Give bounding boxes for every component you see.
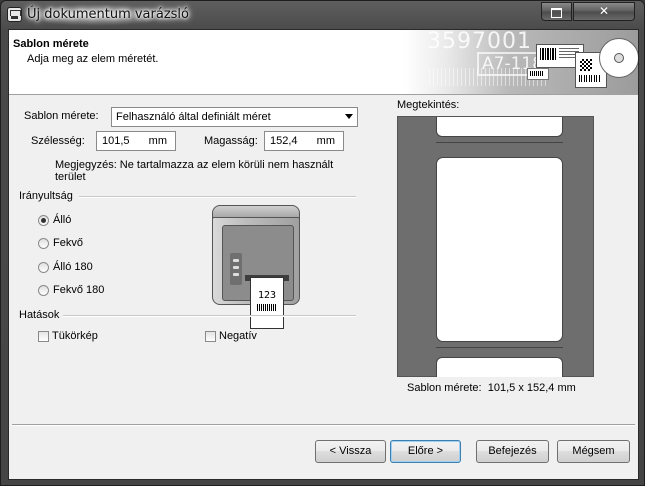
printer-illustration: 123 (212, 205, 300, 329)
close-icon: ✕ (598, 4, 610, 18)
preview-liner-edge (436, 142, 563, 143)
radio-portrait-180[interactable] (38, 262, 49, 273)
width-unit: mm (148, 135, 167, 147)
disc-icon (599, 38, 638, 78)
height-unit: mm (316, 135, 335, 147)
page-title: Sablon mérete (13, 38, 89, 50)
orientation-divider (79, 196, 356, 198)
mirror-checkbox[interactable] (38, 331, 49, 342)
wizard-window: Új dokumentum varázsló ✕ 3597001 A7-118 … (0, 0, 645, 486)
orientation-group-label: Irányultság (19, 190, 73, 202)
radio-portrait-180-label[interactable]: Álló 180 (53, 261, 93, 273)
radio-landscape-180[interactable] (38, 285, 49, 296)
wizard-client: 3597001 A7-118 Sablon mérete Adja meg az… (8, 29, 639, 480)
template-size-select[interactable]: Felhasználó által definiált méret (111, 107, 358, 127)
page-subtitle: Adja meg az elem méretét. (27, 53, 159, 65)
printer-label-icon: 123 (250, 277, 284, 329)
preview-panel (397, 116, 594, 377)
height-input[interactable]: 152,4 mm (264, 131, 344, 151)
width-label: Szélesség: (31, 135, 85, 147)
title-bar[interactable]: Új dokumentum varázsló ✕ (1, 1, 644, 29)
width-value: 101,5 (102, 135, 130, 147)
next-button[interactable]: Előre > (390, 440, 461, 463)
template-size-label: Sablon mérete: (24, 110, 99, 122)
artwork-number: 3597001 (427, 30, 532, 54)
cancel-button[interactable]: Mégsem (557, 440, 630, 463)
dropdown-arrow-icon (345, 114, 353, 119)
app-icon[interactable] (7, 7, 22, 22)
small-label-icon (527, 68, 549, 80)
effects-group-label: Hatások (19, 309, 60, 321)
window-title: Új dokumentum varázsló (27, 7, 189, 22)
radio-portrait-label[interactable]: Álló (53, 214, 71, 226)
size-note: Megjegyzés: Ne tartalmazza az elem körül… (55, 159, 334, 183)
mirror-label[interactable]: Tükörkép (52, 330, 98, 342)
wizard-header: 3597001 A7-118 Sablon mérete Adja meg az… (9, 30, 638, 95)
effects-divider (63, 315, 356, 317)
radio-landscape-label[interactable]: Fekvő (53, 237, 83, 249)
width-input[interactable]: 101,5 mm (96, 131, 176, 151)
button-separator (12, 424, 635, 426)
negative-label[interactable]: Negatív (219, 330, 257, 342)
maximize-button[interactable] (541, 2, 572, 21)
preview-next-label (436, 357, 563, 377)
preview-size-caption: Sablon mérete: 101,5 x 152,4 mm (407, 382, 576, 394)
negative-checkbox[interactable] (205, 331, 216, 342)
radio-landscape-180-label[interactable]: Fekvő 180 (53, 284, 104, 296)
preview-label-shape (436, 157, 563, 342)
height-value: 152,4 (270, 135, 298, 147)
template-size-value: Felhasználó által definiált méret (116, 111, 271, 123)
preview-size-caption-label: Sablon mérete: (407, 382, 482, 394)
close-button[interactable]: ✕ (573, 2, 635, 21)
finish-button[interactable]: Befejezés (476, 440, 549, 463)
radio-landscape[interactable] (38, 238, 49, 249)
printer-label-number: 123 (257, 290, 277, 301)
preview-previous-label (436, 117, 563, 137)
preview-label: Megtekintés: (397, 99, 460, 111)
preview-size-caption-value: 101,5 x 152,4 mm (487, 382, 576, 394)
radio-portrait[interactable] (38, 215, 49, 226)
back-button[interactable]: < Vissza (315, 440, 386, 463)
height-label: Magasság: (204, 135, 258, 147)
maximize-icon (551, 8, 562, 18)
preview-liner-edge (436, 347, 563, 348)
